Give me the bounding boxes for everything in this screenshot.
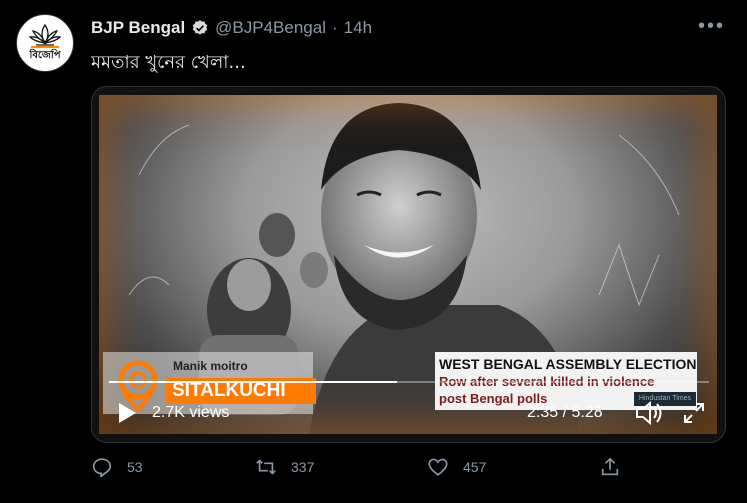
time-total: 5:28: [571, 404, 603, 421]
share-button[interactable]: [599, 456, 621, 478]
volume-icon[interactable]: [634, 400, 664, 426]
verified-badge-icon: [192, 20, 208, 35]
retweet-count: 337: [291, 459, 315, 475]
retweet-button[interactable]: 337: [255, 456, 314, 478]
play-icon[interactable]: [117, 402, 137, 424]
video-player[interactable]: Manik moitro SITALKUCHI WEST BENGAL ASSE…: [91, 86, 726, 443]
like-button[interactable]: 457: [427, 456, 486, 478]
reply-count: 53: [127, 459, 143, 475]
tweet-header: BJP Bengal @BJP4Bengal · 14h: [91, 17, 372, 39]
author-name[interactable]: BJP Bengal: [91, 18, 185, 38]
time-separator: /: [562, 404, 568, 421]
share-icon: [601, 457, 619, 476]
reply-icon: [92, 458, 112, 478]
avatar-text: বিজেপি: [29, 50, 61, 61]
fullscreen-icon[interactable]: [683, 402, 705, 424]
like-icon: [428, 458, 448, 476]
video-frame[interactable]: Manik moitro SITALKUCHI WEST BENGAL ASSE…: [99, 95, 717, 434]
avatar[interactable]: বিজেপি: [16, 14, 74, 72]
timecode: 2:35 / 5:28: [527, 404, 603, 422]
headline-line-1: WEST BENGAL ASSEMBLY ELECTION: [439, 356, 697, 372]
tweet-actions: 53 337 457: [91, 456, 631, 486]
tweet-text: মমতার খুনের খেলা...: [91, 52, 246, 73]
retweet-icon: [256, 459, 276, 475]
lotus-logo-icon: [29, 23, 61, 46]
tweet-time[interactable]: 14h: [344, 18, 372, 38]
separator-dot: ·: [332, 18, 338, 37]
progress-bar[interactable]: [109, 381, 709, 383]
time-current: 2:35: [527, 404, 559, 421]
view-count: 2.7K views: [152, 404, 230, 421]
progress-fill: [109, 381, 397, 383]
like-count: 457: [463, 459, 487, 475]
reporter-name: Manik moitro: [173, 359, 248, 373]
reply-button[interactable]: 53: [91, 456, 143, 478]
author-handle[interactable]: @BJP4Bengal: [215, 18, 326, 38]
more-icon[interactable]: •••: [698, 16, 725, 36]
